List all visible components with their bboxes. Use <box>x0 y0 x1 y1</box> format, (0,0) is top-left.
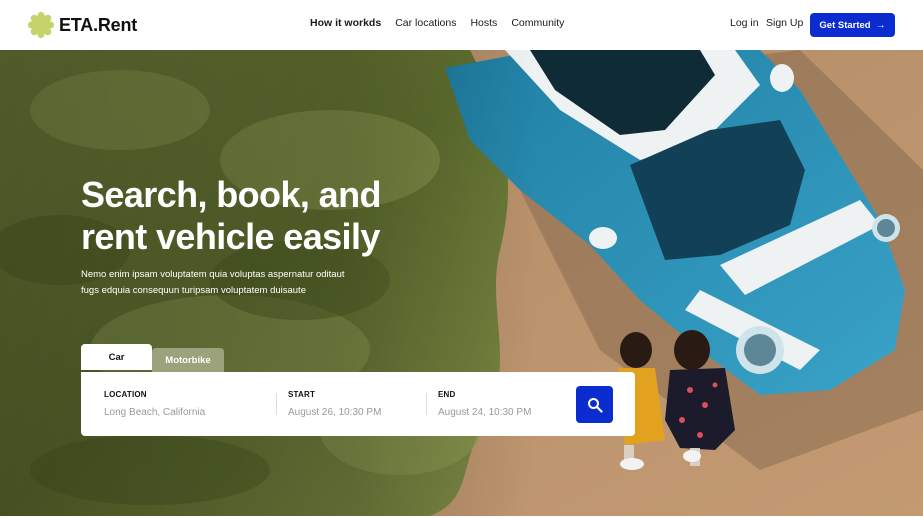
hero-headline: Search, book, and rent vehicle easily <box>81 174 441 258</box>
search-button[interactable] <box>576 386 613 423</box>
login-link[interactable]: Log in <box>730 17 759 29</box>
hero-subtext-line-1: Nemo enim ipsam voluptatem quia voluptas… <box>81 269 345 280</box>
field-divider <box>426 393 427 415</box>
get-started-button[interactable]: Get Started → <box>810 13 895 37</box>
primary-nav: How it workds Car locations Hosts Commun… <box>310 17 564 29</box>
hero-headline-line-2: rent vehicle easily <box>81 216 380 257</box>
tab-motorbike[interactable]: Motorbike <box>152 348 224 372</box>
search-card: LOCATION Long Beach, California START Au… <box>81 372 635 436</box>
arrow-right-icon: → <box>875 19 886 31</box>
field-divider <box>276 393 277 415</box>
search-icon <box>587 397 603 413</box>
hero-subtext-line-2: fugs edquia consequun turipsam voluptate… <box>81 285 306 296</box>
location-label: LOCATION <box>104 390 147 399</box>
tab-car[interactable]: Car <box>81 344 152 370</box>
nav-link-hosts[interactable]: Hosts <box>470 17 497 29</box>
end-label: END <box>438 390 456 399</box>
hero-section: Search, book, and rent vehicle easily Ne… <box>0 50 923 516</box>
hero-headline-line-1: Search, book, and <box>81 174 381 215</box>
brand-logo[interactable]: ETA.Rent <box>27 11 137 39</box>
signup-link[interactable]: Sign Up <box>766 17 803 29</box>
top-nav: ETA.Rent How it workds Car locations Hos… <box>0 0 923 50</box>
get-started-label: Get Started <box>819 19 871 31</box>
nav-link-how-it-works[interactable]: How it workds <box>310 17 381 29</box>
start-input[interactable]: August 26, 10:30 PM <box>288 407 381 418</box>
nav-link-community[interactable]: Community <box>511 17 564 29</box>
hero-subtext: Nemo enim ipsam voluptatem quia voluptas… <box>81 267 411 299</box>
nav-link-car-locations[interactable]: Car locations <box>395 17 456 29</box>
flower-badge-icon <box>27 11 55 39</box>
location-input[interactable]: Long Beach, California <box>104 407 205 418</box>
start-label: START <box>288 390 316 399</box>
brand-name: ETA.Rent <box>59 14 138 35</box>
end-input[interactable]: August 24, 10:30 PM <box>438 407 531 418</box>
location-field[interactable]: LOCATION Long Beach, California <box>104 390 205 418</box>
start-field[interactable]: START August 26, 10:30 PM <box>288 390 381 418</box>
end-field[interactable]: END August 24, 10:30 PM <box>438 390 531 418</box>
